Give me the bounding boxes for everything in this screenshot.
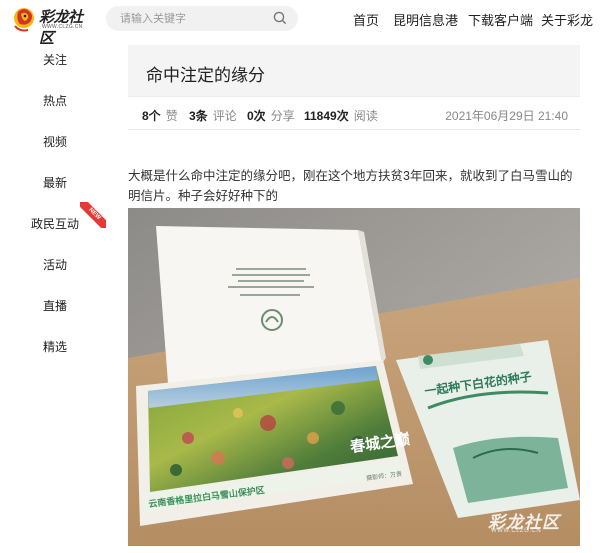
new-badge-label: NEW	[80, 202, 106, 228]
sidebar-item-follow[interactable]: 关注	[0, 40, 110, 81]
nav-kunming-info[interactable]: 昆明信息港	[393, 10, 458, 29]
read-count: 11849次 阅读	[304, 107, 378, 124]
nav-home[interactable]: 首页	[353, 10, 379, 29]
sidebar-item-latest[interactable]: 最新	[0, 163, 110, 204]
like-count-value: 8个	[142, 109, 161, 123]
sidebar-item-live[interactable]: 直播	[0, 286, 110, 327]
sidebar-item-video[interactable]: 视频	[0, 122, 110, 163]
sidebar-item-label: 关注	[42, 53, 67, 67]
sidebar-item-hot[interactable]: 热点	[0, 81, 110, 122]
read-count-unit: 阅读	[353, 109, 378, 123]
article-title-bar: 命中注定的缘分	[128, 45, 580, 96]
comment-count-value: 3条	[189, 109, 208, 123]
search-input[interactable]	[120, 10, 270, 27]
logo-subtext: WWW.CLZG.CN	[42, 24, 83, 30]
search-icon[interactable]	[273, 11, 287, 25]
new-badge: NEW	[80, 202, 106, 228]
read-count-value: 11849次	[304, 109, 349, 123]
sidebar-item-label: 政民互动	[30, 217, 79, 231]
top-header: 彩龙社区 WWW.CLZG.CN 首页 昆明信息港 下载客户端 关于彩龙	[0, 0, 600, 47]
article-photo[interactable]: 春城之巅 摄影师：万贵 云南香格里拉白马雪山保护区 一起种下白花的种子	[128, 208, 580, 546]
comment-count[interactable]: 3条 评论	[189, 107, 237, 124]
nav-about[interactable]: 关于彩龙	[541, 10, 593, 29]
sidebar-item-label: 热点	[42, 94, 67, 108]
like-count[interactable]: 8个赞	[142, 107, 178, 124]
article-title: 命中注定的缘分	[146, 66, 265, 85]
site-logo[interactable]: 彩龙社区 WWW.CLZG.CN	[12, 4, 94, 47]
sidebar-item-label: 活动	[42, 258, 67, 272]
sidebar-item-featured[interactable]: 精选	[0, 327, 110, 368]
sidebar-item-label: 精选	[42, 340, 67, 354]
article-body: 大概是什么命中注定的缘分吧，刚在这个地方扶贫3年回来，就收到了白马雪山的明信片。…	[128, 169, 573, 203]
share-count[interactable]: 0次 分享	[247, 107, 295, 124]
article-meta-bar: 8个赞 3条 评论 0次 分享 11849次 阅读 2021年06月29日 21:40	[128, 96, 580, 130]
sidebar-item-activity[interactable]: 活动	[0, 245, 110, 286]
sidebar-item-label: 最新	[42, 176, 67, 190]
comment-count-unit: 评论	[212, 109, 237, 123]
nav-download-client[interactable]: 下载客户端	[468, 10, 533, 29]
share-count-unit: 分享	[270, 109, 295, 123]
search-box	[106, 6, 298, 31]
publish-date: 2021年06月29日 21:40	[445, 109, 568, 123]
sidebar-item-label: 直播	[42, 299, 67, 313]
sidebar-item-label: 视频	[42, 135, 67, 149]
site-watermark-url: WWW.CLZG.CN	[491, 528, 542, 534]
like-count-unit: 赞	[165, 109, 178, 123]
dragon-logo-icon	[14, 8, 34, 32]
share-count-value: 0次	[247, 109, 266, 123]
